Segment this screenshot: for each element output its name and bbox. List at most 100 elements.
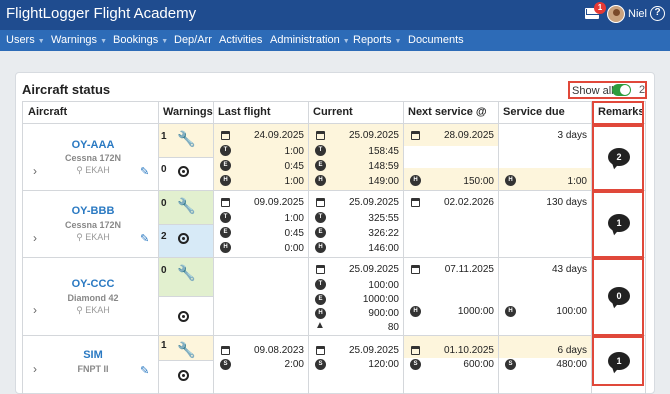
last-flight-date: 24.09.2025 (253, 130, 304, 141)
clock-icon: H (315, 242, 326, 253)
table-border (159, 296, 213, 297)
location-pin-icon: ⚲ (76, 165, 83, 175)
avatar[interactable] (607, 5, 625, 23)
nav-documents[interactable]: Documents (408, 34, 464, 46)
column-header-warnings[interactable]: Warnings (163, 106, 213, 118)
last-flight-value: 0:00 (284, 243, 304, 254)
last-flight-value: 0:45 (284, 161, 304, 172)
nav-users[interactable]: Users ▼ (6, 34, 45, 46)
chevron-down-icon: ▼ (342, 38, 350, 45)
brand-title[interactable]: FlightLogger Flight Academy (6, 5, 196, 22)
nav-bookings[interactable]: Bookings ▼ (113, 34, 168, 46)
show-all-toggle[interactable] (612, 84, 631, 96)
last-flight-date: 09.09.2025 (253, 197, 304, 208)
table-border (22, 123, 646, 124)
column-header-next-service[interactable]: Next service @ (408, 106, 487, 118)
nav-warnings[interactable]: Warnings ▼ (51, 34, 107, 46)
service-due-days: 6 days (557, 345, 587, 356)
clock-icon: H (315, 175, 326, 186)
main-nav: Users ▼ Warnings ▼ Bookings ▼ Dep/Arr Activ… (0, 30, 670, 51)
chevron-right-icon[interactable]: › (33, 231, 37, 245)
aircraft-model: Diamond 42 (67, 293, 119, 303)
comment-icon[interactable]: 0 (608, 287, 630, 305)
service-due-days: 43 days (551, 264, 587, 275)
column-header-current[interactable]: Current (313, 106, 353, 118)
aircraft-registration[interactable]: OY-CCC (53, 278, 133, 290)
next-service-value: 150:00 (463, 176, 494, 187)
aircraft-registration[interactable]: OY-AAA (53, 139, 133, 151)
pencil-icon[interactable]: ✎ (140, 165, 149, 178)
warning-count: 1 (161, 340, 167, 351)
page-title: Aircraft status (22, 82, 111, 97)
clock-icon: E (315, 160, 326, 171)
chevron-down-icon: ▼ (37, 38, 45, 45)
table-border (22, 257, 646, 258)
table-border (22, 101, 23, 394)
current-date: 25.09.2025 (348, 197, 399, 208)
user-name[interactable]: Niel (628, 8, 647, 20)
warning-count: 1 (161, 131, 167, 142)
tyre-icon (178, 233, 189, 244)
nav-reports[interactable]: Reports ▼ (353, 34, 401, 46)
table-border (213, 101, 214, 394)
clock-icon: S (410, 359, 421, 370)
clock-icon: T (220, 145, 231, 156)
calendar-icon (221, 198, 230, 207)
show-all-count: 2 (639, 84, 646, 96)
clock-icon: S (505, 359, 516, 370)
clock-icon: H (505, 306, 516, 317)
mail-badge: 1 (594, 2, 606, 14)
service-due-value: 480:00 (556, 359, 587, 370)
next-service-value: 600:00 (463, 359, 494, 370)
wrench-icon: 🔧 (177, 342, 196, 359)
current-value: 148:59 (368, 161, 399, 172)
column-header-last-flight[interactable]: Last flight (218, 106, 271, 118)
nav-administration[interactable]: Administration ▼ (270, 34, 350, 46)
table-border (308, 101, 309, 394)
calendar-icon (316, 265, 325, 274)
location-pin-icon: ⚲ (76, 232, 83, 242)
aircraft-location: ⚲ EKAH (76, 165, 110, 175)
clock-icon: E (315, 227, 326, 238)
aircraft-registration[interactable]: SIM (53, 349, 133, 361)
current-date: 25.09.2025 (348, 345, 399, 356)
current-value: 326:22 (368, 228, 399, 239)
pencil-icon[interactable]: ✎ (140, 232, 149, 245)
nav-dep-arr[interactable]: Dep/Arr (174, 34, 212, 46)
calendar-icon (316, 346, 325, 355)
chevron-down-icon: ▼ (161, 38, 169, 45)
warning-count: 0 (161, 265, 167, 276)
tyre-icon (178, 370, 189, 381)
next-service-date: 01.10.2025 (443, 345, 494, 356)
current-value: 120:00 (368, 359, 399, 370)
wrench-icon: 🔧 (177, 131, 196, 148)
clock-icon: H (220, 175, 231, 186)
warning-count: 0 (161, 198, 167, 209)
column-header-aircraft[interactable]: Aircraft (28, 106, 67, 118)
aircraft-registration[interactable]: OY-BBB (53, 205, 133, 217)
current-value: 158:45 (368, 146, 399, 157)
wrench-icon: 🔧 (177, 265, 196, 282)
help-icon[interactable]: ? (650, 6, 665, 21)
clock-icon: H (505, 175, 516, 186)
current-value: 146:00 (368, 243, 399, 254)
chevron-right-icon[interactable]: › (33, 303, 37, 317)
comment-icon[interactable]: 1 (608, 214, 630, 232)
last-flight-value: 2:00 (284, 359, 304, 370)
comment-icon[interactable]: 2 (608, 148, 630, 166)
clock-icon: H (315, 308, 326, 319)
column-header-service-due[interactable]: Service due (503, 106, 565, 118)
chevron-right-icon[interactable]: › (33, 164, 37, 178)
clock-icon: T (220, 212, 231, 223)
pencil-icon[interactable]: ✎ (140, 364, 149, 377)
chevron-right-icon[interactable]: › (33, 362, 37, 376)
next-service-value: 1000:00 (457, 306, 494, 317)
service-due-days: 3 days (557, 130, 587, 141)
nav-activities[interactable]: Activities (219, 34, 262, 46)
landing-icon: ▲ (315, 320, 325, 331)
tyre-icon (178, 311, 189, 322)
clock-icon: T (315, 145, 326, 156)
table-border (158, 101, 159, 394)
comment-icon[interactable]: 1 (608, 352, 630, 370)
table-border (159, 224, 213, 225)
